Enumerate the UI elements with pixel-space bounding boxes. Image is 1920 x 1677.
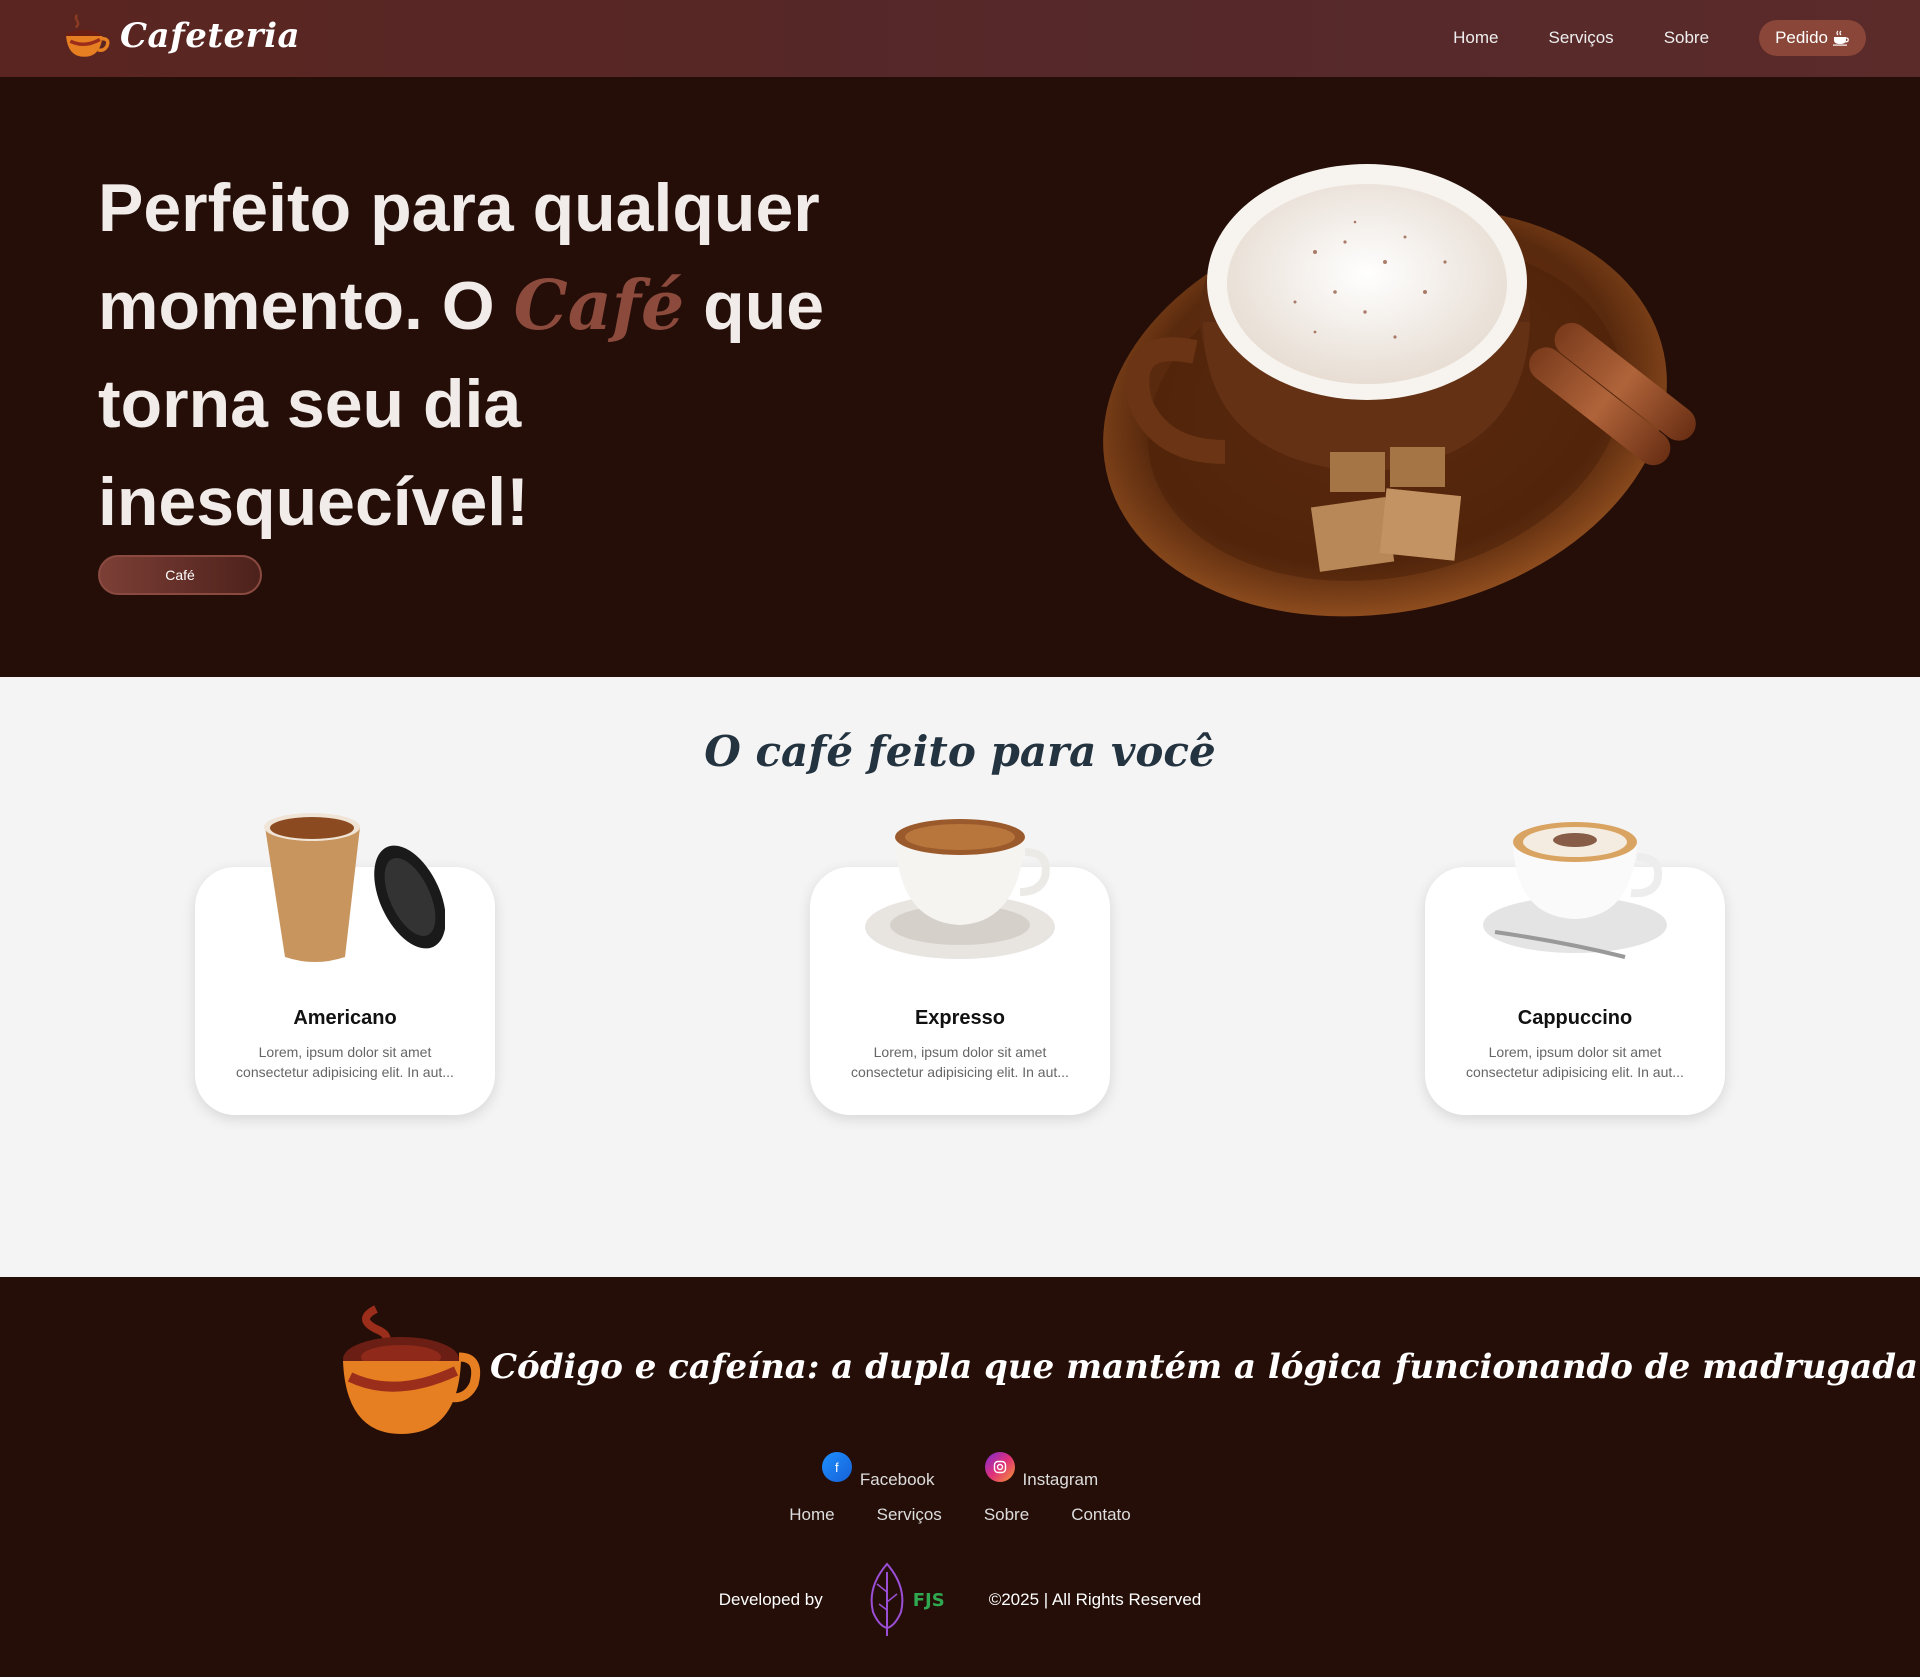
footer-slogan: Código e cafeína: a dupla que mantém a l… <box>490 1347 1920 1387</box>
facebook-label: Facebook <box>859 1470 935 1489</box>
product-card-americano[interactable]: Americano Lorem, ipsum dolor sit amet co… <box>195 813 495 1115</box>
products-section: O café feito para você Americano Lorem, … <box>0 677 1920 1277</box>
footer-link-contato[interactable]: Contato <box>1071 1505 1131 1525</box>
coffee-logo-icon <box>66 14 110 57</box>
expresso-cup-image <box>865 819 1055 959</box>
developer-line: Developed by FJS ©2025 | All Rights Rese… <box>0 1562 1920 1638</box>
hero-cafe-button[interactable]: Café <box>98 555 262 595</box>
footer: Código e cafeína: a dupla que mantém a l… <box>0 1277 1920 1677</box>
footer-link-sobre[interactable]: Sobre <box>984 1505 1029 1525</box>
hero-section: Perfeito para qualquer momento. O Café q… <box>0 77 1920 677</box>
hero-title: Perfeito para qualquer momento. O Café q… <box>98 159 878 551</box>
product-description: Lorem, ipsum dolor sit amet consectetur … <box>1466 1044 1684 1080</box>
cappuccino-cup-image-small <box>1483 822 1667 959</box>
brand-name: Cafeteria <box>120 16 301 56</box>
order-button[interactable]: Pedido <box>1759 20 1866 56</box>
footer-coffee-logo-icon <box>343 1305 481 1434</box>
developed-by-label: Developed by <box>718 1590 823 1609</box>
nav-links: Home Serviços Sobre Pedido <box>1453 20 1866 56</box>
brand[interactable]: Cafeteria <box>60 10 300 62</box>
product-name: Expresso <box>914 1007 1006 1029</box>
copyright: ©2025 | All Rights Reserved <box>988 1590 1202 1609</box>
developer-logo[interactable]: FJS <box>867 1562 945 1638</box>
leaf-logo-icon <box>870 1562 904 1636</box>
nav-link-sobre[interactable]: Sobre <box>1664 28 1709 48</box>
americano-cup-image <box>264 813 445 962</box>
order-button-label: Pedido <box>1775 28 1828 47</box>
social-links: f Facebook Instagram <box>0 1452 1920 1490</box>
product-name: Cappuccino <box>1517 1007 1633 1029</box>
nav-link-servicos[interactable]: Serviços <box>1549 28 1614 48</box>
product-description: Lorem, ipsum dolor sit amet consectetur … <box>236 1044 454 1080</box>
cappuccino-cup-image <box>1103 164 1696 617</box>
developer-logo-text: FJS <box>912 1589 945 1611</box>
top-navbar: Cafeteria Home Serviços Sobre Pedido <box>0 0 1920 77</box>
product-description: Lorem, ipsum dolor sit amet consectetur … <box>851 1044 1069 1080</box>
product-card-cappuccino[interactable]: Cappuccino Lorem, ipsum dolor sit amet c… <box>1425 822 1725 1115</box>
hero-title-accent: Café <box>513 266 685 346</box>
product-card-expresso[interactable]: Expresso Lorem, ipsum dolor sit amet con… <box>810 819 1110 1115</box>
footer-link-servicos[interactable]: Serviços <box>877 1505 942 1525</box>
section-title: O café feito para você <box>704 727 1216 776</box>
coffee-cup-icon <box>1833 30 1849 46</box>
facebook-icon: f <box>821 1452 852 1482</box>
nav-link-home[interactable]: Home <box>1453 28 1498 48</box>
product-name: Americano <box>293 1007 397 1029</box>
footer-link-home[interactable]: Home <box>789 1505 834 1525</box>
footer-nav: Home Serviços Sobre Contato <box>0 1505 1920 1525</box>
instagram-icon <box>984 1452 1015 1482</box>
facebook-link[interactable]: f Facebook <box>821 1452 935 1490</box>
instagram-label: Instagram <box>1022 1470 1099 1489</box>
instagram-link[interactable]: Instagram <box>984 1452 1099 1490</box>
